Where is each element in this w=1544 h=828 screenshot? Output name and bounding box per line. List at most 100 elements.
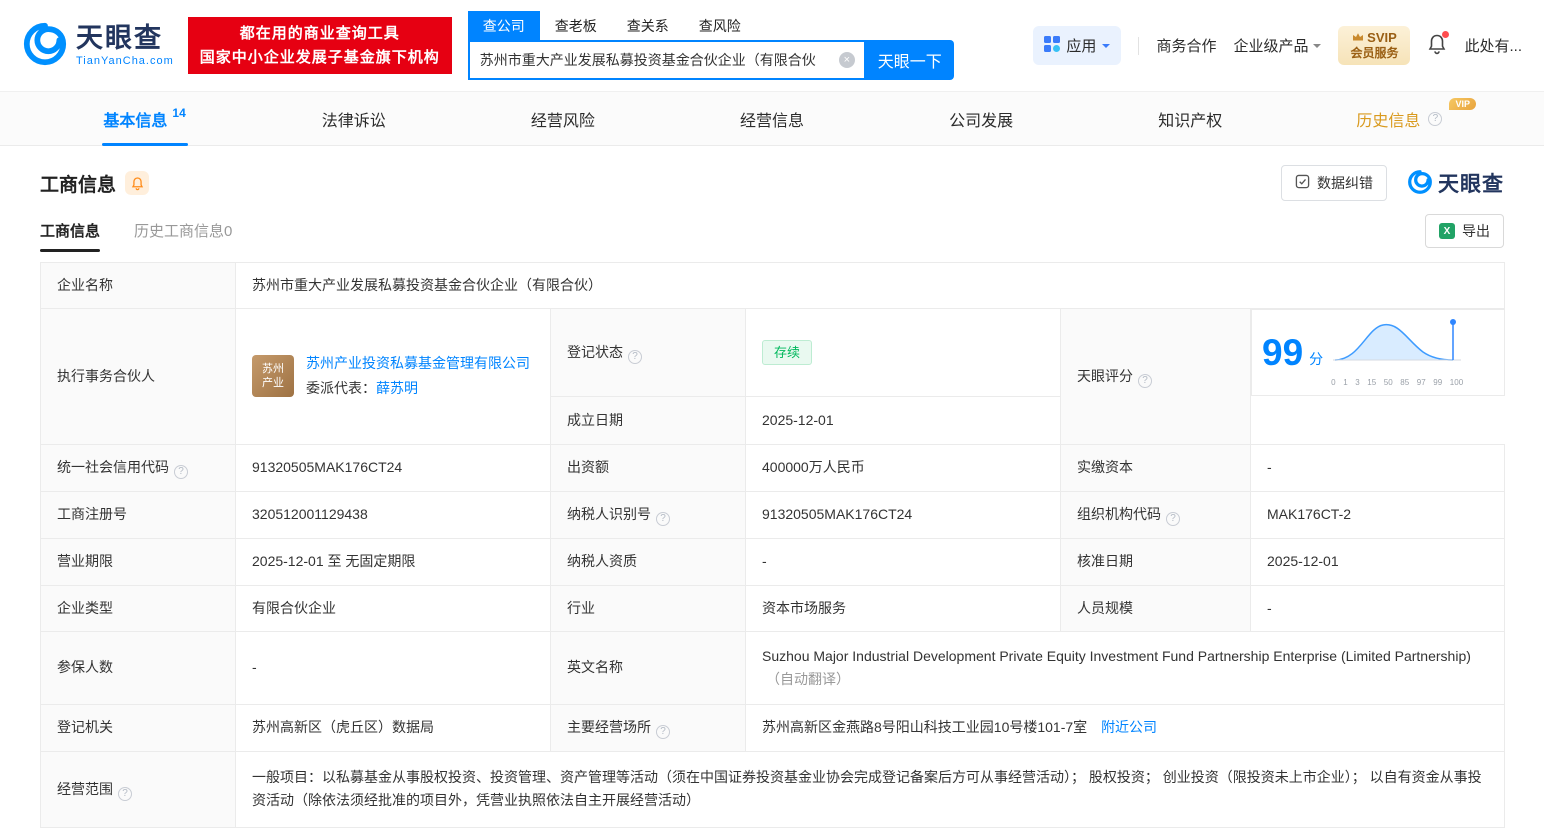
field-label: 组织机构代码 bbox=[1060, 490, 1251, 539]
label-text: 纳税人资质 bbox=[567, 553, 637, 570]
search-button[interactable]: 天眼一下 bbox=[865, 40, 954, 80]
score-cell: 99 分 0 1 3 15 50 85 97 99 100 bbox=[1251, 309, 1505, 397]
correction-icon bbox=[1295, 174, 1310, 192]
delegate-label: 委派代表： bbox=[306, 380, 376, 397]
tab-legal[interactable]: 法律诉讼 bbox=[249, 92, 458, 145]
tab-intellectual-property[interactable]: 知识产权 bbox=[1086, 92, 1295, 145]
label-text: 成立日期 bbox=[567, 411, 623, 428]
value-text: - bbox=[252, 659, 257, 676]
field-label: 工商注册号 bbox=[40, 490, 236, 539]
logo-brand-text: 天眼查 bbox=[76, 22, 163, 53]
promo-banner-line2: 国家中小企业发展子基金旗下机构 bbox=[199, 48, 440, 66]
export-label: 导出 bbox=[1462, 223, 1490, 239]
subtab-history-business-info[interactable]: 历史工商信息0 bbox=[134, 220, 232, 252]
clear-search-icon[interactable] bbox=[838, 52, 855, 68]
partner-avatar[interactable]: 苏州 产业 bbox=[252, 355, 294, 398]
menu-item-enterprise[interactable]: 企业级产品 bbox=[1233, 35, 1322, 56]
help-icon[interactable] bbox=[1428, 111, 1443, 126]
divider bbox=[1138, 36, 1140, 55]
field-label: 参保人数 bbox=[40, 630, 236, 705]
help-icon[interactable] bbox=[628, 349, 642, 364]
score-value: 99 bbox=[1262, 332, 1304, 374]
svip-member-button[interactable]: SVIP 会员服务 bbox=[1338, 25, 1411, 66]
value-text: 苏州高新区（虎丘区）数据局 bbox=[252, 719, 434, 736]
export-button[interactable]: 导出 bbox=[1425, 214, 1504, 248]
tianyancha-swirl-icon bbox=[22, 21, 68, 70]
search-input[interactable] bbox=[469, 52, 864, 68]
delegate-link[interactable]: 薛苏明 bbox=[376, 380, 418, 396]
help-icon[interactable] bbox=[656, 725, 670, 740]
tab-company-development[interactable]: 公司发展 bbox=[877, 92, 1086, 145]
field-label: 经营范围 bbox=[40, 750, 236, 828]
nearby-companies-link[interactable]: 附近公司 bbox=[1101, 719, 1157, 735]
field-label: 执行事务合伙人 bbox=[40, 308, 236, 445]
table-row: 统一社会信用代码 91320505MAK176CT24 出资额 400000万人… bbox=[40, 443, 1506, 492]
notification-dot bbox=[1442, 30, 1450, 38]
table-row: 登记机关 苏州高新区（虎丘区）数据局 主要经营场所 苏州高新区金燕路8号阳山科技… bbox=[40, 703, 1506, 752]
help-icon[interactable] bbox=[1166, 512, 1180, 527]
value-text: - bbox=[762, 553, 767, 570]
taxpayer-id-value: 91320505MAK176CT24 bbox=[745, 490, 1061, 539]
top-menu: 应用 商务合作 企业级产品 SVIP 会员服务 此处有... bbox=[1033, 25, 1522, 66]
apps-menu-button[interactable]: 应用 bbox=[1033, 26, 1122, 65]
avatar-text: 产业 bbox=[262, 377, 284, 390]
field-label: 登记机关 bbox=[40, 703, 236, 752]
apps-menu-label: 应用 bbox=[1066, 38, 1097, 55]
value-text: 320512001129438 bbox=[252, 506, 368, 523]
promo-banner-line1: 都在用的商业查询工具 bbox=[239, 25, 400, 43]
tianyancha-watermark: 天眼查 bbox=[1407, 168, 1504, 198]
tab-count: 14 bbox=[172, 105, 186, 120]
tab-operation-info[interactable]: 经营信息 bbox=[667, 92, 876, 145]
table-row: 工商注册号 320512001129438 纳税人识别号 91320505MAK… bbox=[40, 490, 1506, 539]
tab-operation-risk[interactable]: 经营风险 bbox=[458, 92, 667, 145]
search-tab-relation[interactable]: 查关系 bbox=[612, 11, 684, 40]
subtab-business-info[interactable]: 工商信息 bbox=[40, 220, 101, 252]
user-menu[interactable]: 此处有... bbox=[1464, 35, 1522, 56]
promo-banner: 都在用的商业查询工具 国家中小企业发展子基金旗下机构 bbox=[187, 17, 452, 74]
value-text: 2025-12-01 bbox=[762, 411, 834, 428]
partner-company-link[interactable]: 苏州产业投资私募基金管理有限公司 bbox=[306, 355, 530, 371]
section-header: 工商信息 数据纠错 天眼查 bbox=[0, 164, 1544, 202]
tab-basic-info[interactable]: 基本信息 14 bbox=[40, 92, 249, 145]
subscribe-bell-icon[interactable] bbox=[125, 171, 150, 195]
search-tab-boss[interactable]: 查老板 bbox=[540, 11, 612, 40]
help-icon[interactable] bbox=[656, 512, 670, 527]
value-text: - bbox=[1267, 599, 1272, 616]
watermark-label: 天眼查 bbox=[1438, 173, 1504, 196]
tianyancha-logo[interactable]: 天眼查 TianYanCha.com bbox=[22, 21, 174, 70]
reg-status-cell: 存续 bbox=[745, 308, 1061, 397]
apps-grid-icon bbox=[1044, 35, 1061, 56]
menu-item-cooperation[interactable]: 商务合作 bbox=[1156, 35, 1216, 56]
capital-value: 400000万人民币 bbox=[745, 443, 1061, 492]
registry-value: 苏州高新区（虎丘区）数据局 bbox=[235, 703, 551, 752]
table-row: 企业名称 苏州市重大产业发展私募投资基金合伙企业（有限合伙） bbox=[40, 262, 1506, 309]
help-icon[interactable] bbox=[174, 465, 188, 480]
search-area: 查公司 查老板 查关系 查风险 天眼一下 bbox=[467, 11, 954, 80]
label-text: 统一社会信用代码 bbox=[57, 459, 169, 476]
tab-label: 历史信息 bbox=[1356, 112, 1421, 130]
score-distribution-chart: 0 1 3 15 50 85 97 99 100 bbox=[1331, 316, 1463, 389]
field-label: 核准日期 bbox=[1060, 537, 1251, 586]
field-label: 英文名称 bbox=[550, 630, 746, 705]
help-icon[interactable] bbox=[1138, 373, 1152, 388]
tab-history-info[interactable]: 历史信息 VIP bbox=[1295, 92, 1504, 145]
business-scope-value: 一般项目：以私募基金从事股权投资、投资管理、资产管理等活动（须在中国证券投资基金… bbox=[234, 750, 1506, 828]
search-tab-company[interactable]: 查公司 bbox=[467, 11, 540, 40]
tab-label: 经营风险 bbox=[530, 112, 595, 130]
excel-icon bbox=[1439, 223, 1455, 239]
tab-label: 知识产权 bbox=[1158, 112, 1223, 130]
field-label: 登记状态 bbox=[550, 308, 746, 397]
vip-badge: VIP bbox=[1449, 98, 1476, 110]
value-text: MAK176CT-2 bbox=[1267, 506, 1352, 523]
executive-partner-cell: 苏州 产业 苏州产业投资私募基金管理有限公司 委派代表：薛苏明 bbox=[235, 308, 551, 445]
top-bar: 天眼查 TianYanCha.com 都在用的商业查询工具 国家中小企业发展子基… bbox=[0, 0, 1544, 92]
value-text: 91320505MAK176CT24 bbox=[252, 459, 403, 476]
search-tab-label: 查风险 bbox=[698, 17, 741, 34]
table-row: 营业期限 2025-12-01 至 无固定期限 纳税人资质 - 核准日期 202… bbox=[40, 537, 1506, 586]
label-text: 企业类型 bbox=[57, 599, 113, 616]
value-text: 苏州高新区金燕路8号阳山科技工业园10号楼101-7室 bbox=[762, 719, 1088, 736]
notifications-button[interactable] bbox=[1427, 30, 1450, 59]
data-correction-button[interactable]: 数据纠错 bbox=[1281, 165, 1387, 201]
help-icon[interactable] bbox=[118, 786, 132, 801]
search-tab-risk[interactable]: 查风险 bbox=[684, 11, 756, 40]
